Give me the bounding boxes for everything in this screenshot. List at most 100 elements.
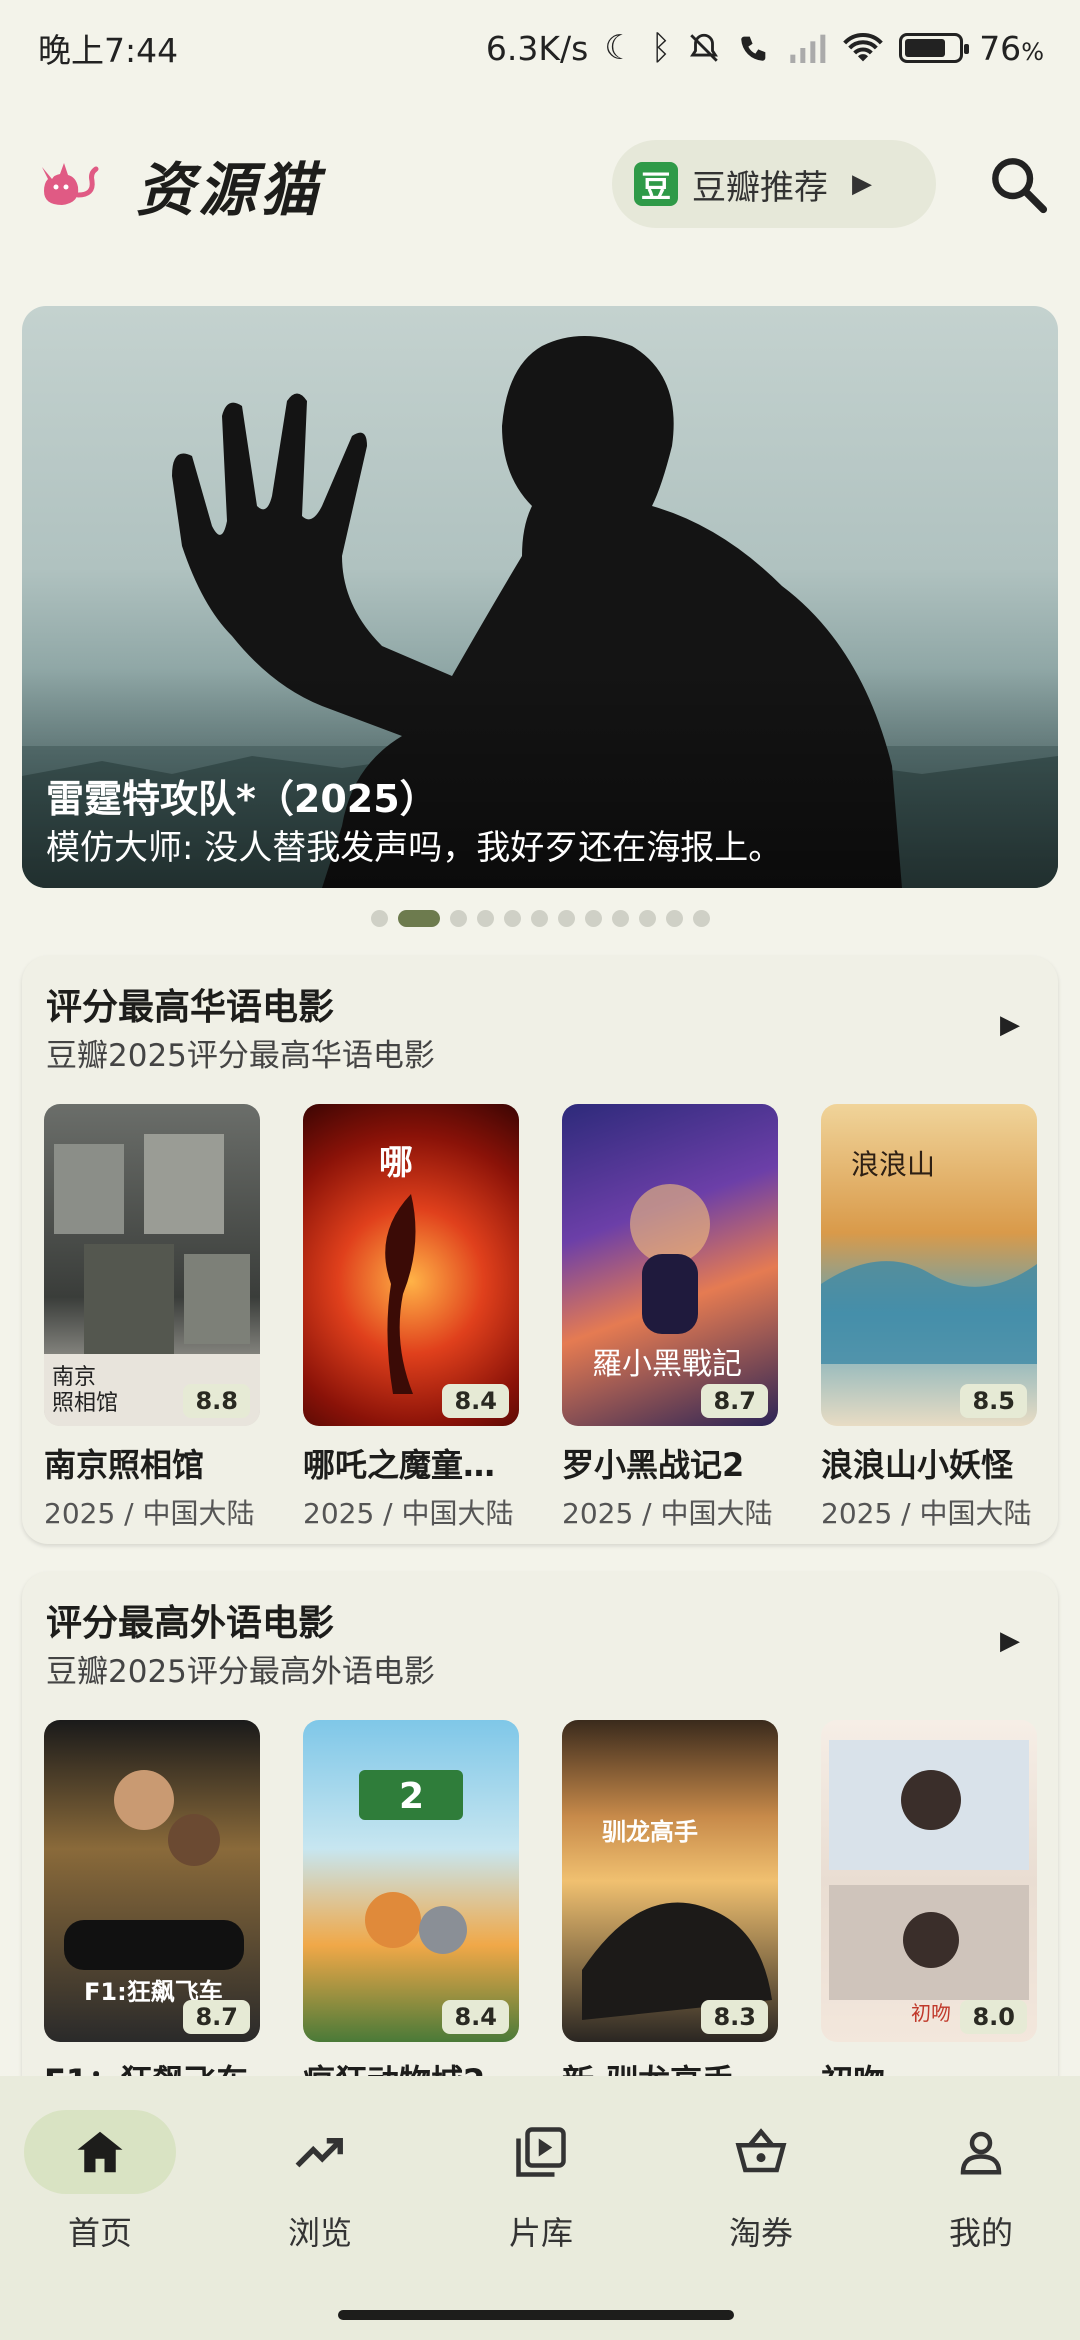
nav-coupons[interactable]: 淘券 [661, 2110, 861, 2280]
poster-art: 驯龙高手 [582, 1818, 772, 2020]
carousel-dot[interactable] [476, 909, 494, 927]
carousel-dot[interactable] [665, 909, 683, 927]
banner-title: 雷霆特攻队*（2025） [46, 777, 438, 821]
carousel-dot[interactable] [692, 909, 710, 927]
nav-icon-wrap [24, 2110, 176, 2194]
nav-browse[interactable]: 浏览 [220, 2110, 420, 2280]
net-speed: 6.3K/s [485, 28, 589, 68]
rating-badge: 8.7 [183, 2000, 250, 2034]
movie-card[interactable]: 2 8.4 疯狂动物城2 [303, 1720, 519, 2102]
movie-card[interactable]: F1:狂飙飞车 8.7 F1：狂飙飞车 [44, 1720, 260, 2102]
poster-image: 驯龙高手 8.3 [562, 1720, 778, 2042]
poster-image: 哪 8.4 [303, 1104, 519, 1426]
nav-label: 浏览 [287, 2214, 352, 2252]
movie-meta: 2025 / 中国大陆 [303, 1497, 514, 1530]
douban-icon: 豆 [634, 162, 678, 206]
movie-title: 罗小黑战记2 [562, 1446, 745, 1484]
section-more-icon[interactable]: ▶ [1000, 1626, 1020, 1656]
carousel-dot[interactable] [370, 909, 388, 927]
movie-meta: 2025 / 中国大陆 [821, 1497, 1032, 1530]
bottom-navigation: 首页 浏览 片库 淘券 我的 [0, 2076, 1080, 2340]
app-bar: 资源猫 豆 豆瓣推荐 ▶ [0, 130, 1080, 240]
poster-art: 南京 照相馆 [44, 1134, 260, 1426]
status-icons: 6.3K/s ☾ ᛒ 76% [486, 29, 1044, 68]
poster-image: 羅小黑戰記 8.7 [562, 1104, 778, 1426]
movie-card[interactable]: 羅小黑戰記 8.7 罗小黑战记2 2025 / 中国大陆 [562, 1104, 778, 1532]
home-icon [77, 2131, 123, 2173]
movie-card[interactable]: 驯龙高手 8.3 新·驯龙高手 [562, 1720, 778, 2102]
carousel-dot[interactable] [638, 909, 656, 927]
nav-home[interactable]: 首页 [0, 2110, 200, 2280]
rating-badge: 8.4 [442, 1384, 509, 1418]
call-icon [741, 36, 766, 61]
banner-subtitle: 模仿大师: 没人替我发声吗，我好歹还在海报上。 [46, 828, 783, 868]
rating-badge: 8.7 [701, 1384, 768, 1418]
movie-card[interactable]: 哪 8.4 哪吒之魔童闹海 2025 / 中国大陆 [303, 1104, 519, 1532]
movie-title: 浪浪山小妖怪 [821, 1446, 1014, 1484]
movie-meta: 2025 / 中国大陆 [44, 1497, 255, 1530]
carousel-indicator [0, 908, 1080, 928]
nav-library[interactable]: 片库 [441, 2110, 641, 2280]
carousel-dot[interactable] [503, 909, 521, 927]
nav-profile[interactable]: 我的 [881, 2110, 1080, 2280]
poster-image: F1:狂飙飞车 8.7 [44, 1720, 260, 2042]
carousel-dot[interactable] [611, 909, 629, 927]
svg-text:羅小黑戰記: 羅小黑戰記 [592, 1347, 742, 1382]
carousel-dot[interactable] [584, 909, 602, 927]
nav-icon-wrap [465, 2110, 617, 2194]
status-bar: 晚上7:44 6.3K/s ☾ ᛒ 76% [0, 0, 1080, 96]
carousel-dot[interactable] [557, 909, 575, 927]
svg-text:照相馆: 照相馆 [52, 1391, 118, 1416]
carousel-dot[interactable] [397, 909, 440, 927]
section-top-chinese: 评分最高华语电影 豆瓣2025评分最高华语电影 ▶ 南京 照相馆 8.8 南京照… [22, 956, 1058, 1544]
mute-bell-icon [690, 33, 719, 62]
douban-recommend-button[interactable]: 豆 豆瓣推荐 ▶ [612, 140, 936, 228]
section-more-icon[interactable]: ▶ [1000, 1010, 1020, 1040]
rating-badge: 8.4 [442, 2000, 509, 2034]
trending-icon [295, 2138, 343, 2168]
video-library-icon [516, 2127, 566, 2177]
hero-banner[interactable]: 雷霆特攻队*（2025） 模仿大师: 没人替我发声吗，我好歹还在海报上。 [22, 306, 1058, 888]
nav-label: 片库 [508, 2214, 573, 2252]
poster-art: F1:狂飙飞车 [64, 1770, 244, 2006]
nav-icon-wrap [244, 2110, 396, 2194]
section-title: 评分最高外语电影 [46, 1603, 335, 1644]
carousel-dot[interactable] [449, 909, 467, 927]
movie-card[interactable]: 初吻 8.0 初吻 [821, 1720, 1037, 2102]
svg-text:2: 2 [399, 1776, 424, 1817]
wifi-icon [843, 33, 883, 62]
gesture-bar [338, 2310, 734, 2320]
poster-row: 南京 照相馆 8.8 南京照相馆 2025 / 中国大陆 哪 8.4 哪吒之魔童… [44, 1104, 1054, 1530]
battery-percent: 76% [979, 28, 1044, 68]
movie-card[interactable]: 南京 照相馆 8.8 南京照相馆 2025 / 中国大陆 [44, 1104, 260, 1532]
poster-art: 初吻 [829, 1740, 1029, 2025]
movie-card[interactable]: 浪浪山 8.5 浪浪山小妖怪 2025 / 中国大陆 [821, 1104, 1037, 1532]
search-icon[interactable] [986, 152, 1050, 216]
rating-badge: 8.8 [183, 1384, 250, 1418]
poster-image: 南京 照相馆 8.8 [44, 1104, 260, 1426]
rating-badge: 8.0 [960, 2000, 1027, 2034]
svg-text:初吻: 初吻 [911, 2001, 951, 2025]
nav-icon-wrap [905, 2110, 1057, 2194]
section-subtitle: 豆瓣2025评分最高外语电影 [46, 1654, 435, 1690]
poster-art: 哪 [379, 1143, 416, 1394]
movie-title: 南京照相馆 [44, 1446, 205, 1484]
poster-art: 2 [359, 1770, 467, 1954]
movie-meta: 2025 / 中国大陆 [562, 1497, 773, 1530]
battery-icon [899, 33, 970, 63]
app-title: 资源猫 [136, 156, 323, 224]
poster-art: 羅小黑戰記 [592, 1184, 742, 1382]
play-arrow-icon: ▶ [852, 169, 872, 199]
nav-label: 我的 [948, 2214, 1013, 2252]
svg-text:哪: 哪 [379, 1143, 413, 1183]
nav-icon-wrap [685, 2110, 837, 2194]
bluetooth-icon: ᛒ [650, 28, 672, 68]
cat-logo-icon [42, 163, 99, 205]
person-icon [960, 2131, 1002, 2175]
carousel-dot[interactable] [530, 909, 548, 927]
poster-image: 2 8.4 [303, 1720, 519, 2042]
signal-icon [790, 34, 826, 63]
rating-badge: 8.3 [701, 2000, 768, 2034]
poster-art: 浪浪山 [821, 1148, 1037, 1364]
svg-text:驯龙高手: 驯龙高手 [602, 1818, 698, 1846]
